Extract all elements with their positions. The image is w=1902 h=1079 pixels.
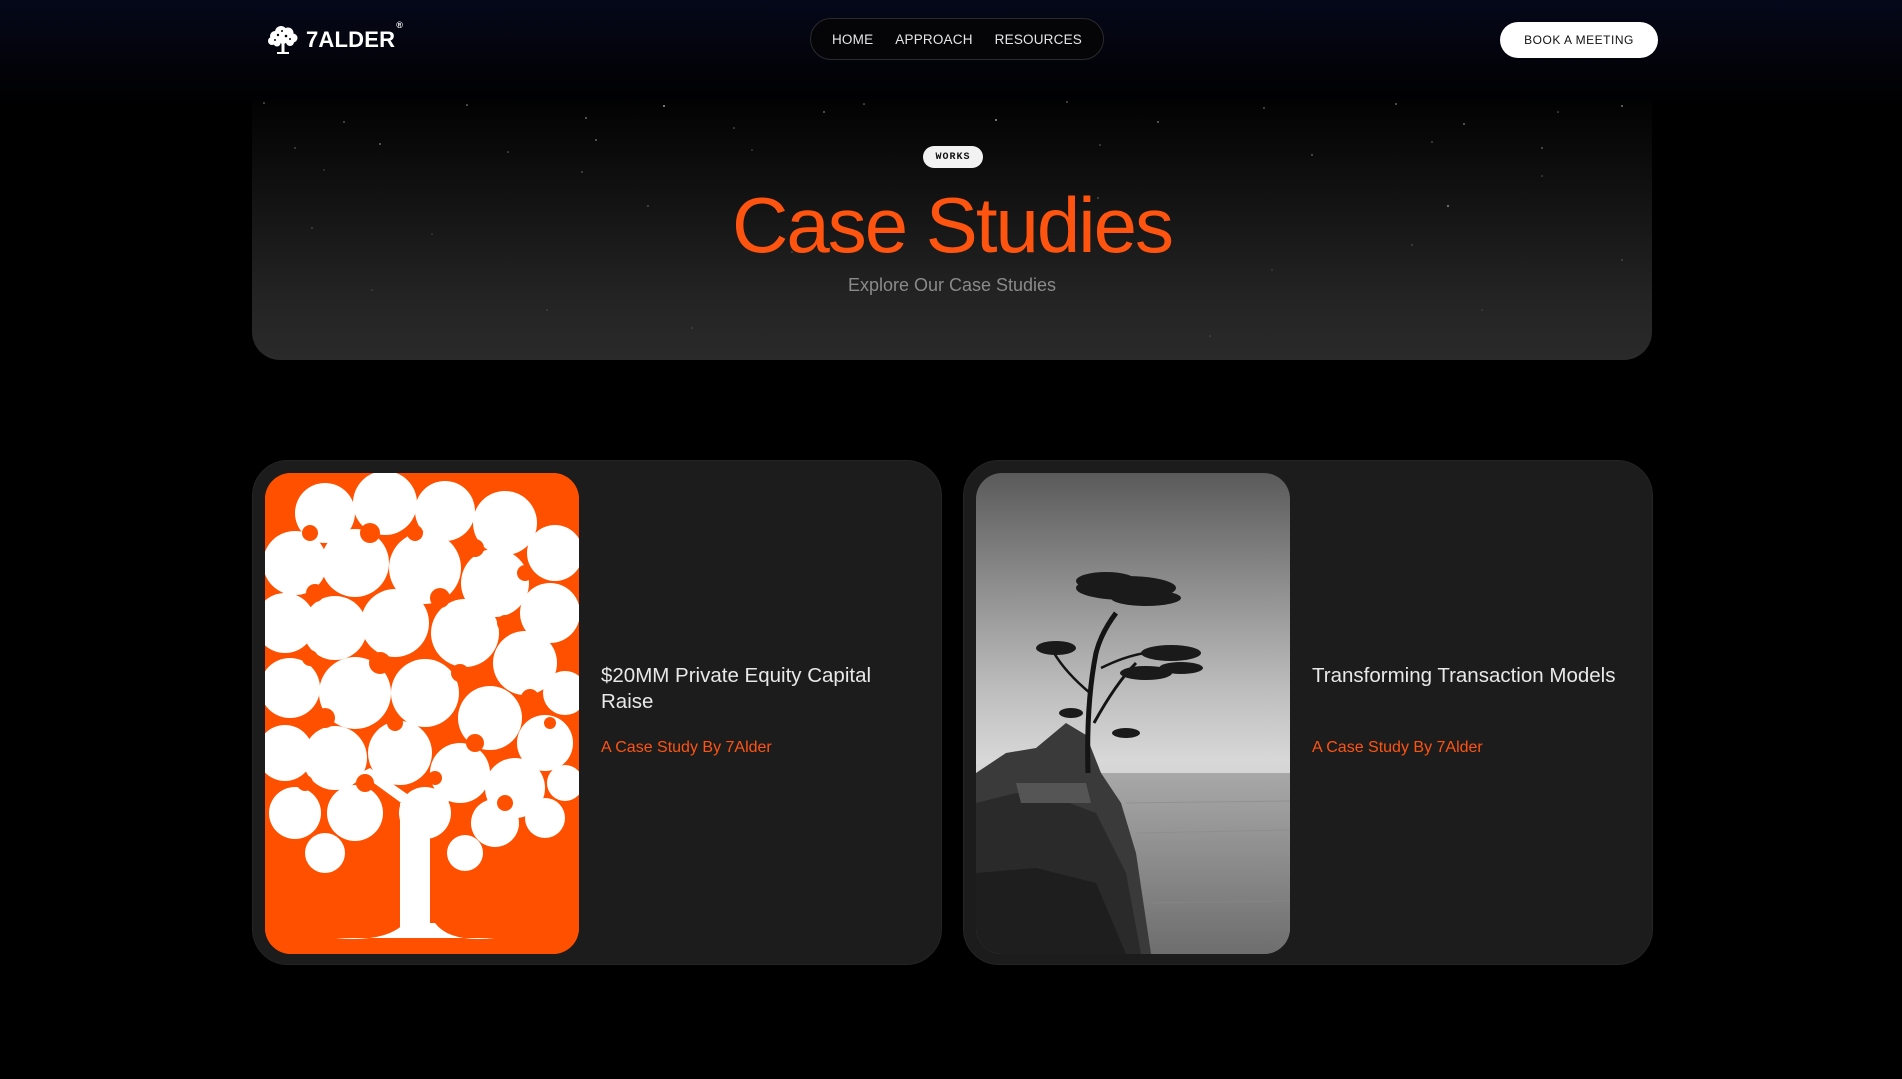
main-nav: HOME APPROACH RESOURCES [810,18,1104,60]
case-study-card[interactable]: $20MM Private Equity Capital Raise A Cas… [252,460,942,965]
case-study-title: $20MM Private Equity Capital Raise [601,664,872,713]
case-study-title: Transforming Transaction Models [1312,664,1616,687]
hero-section: WORKS Case Studies Explore Our Case Stud… [252,100,1652,360]
nav-approach[interactable]: APPROACH [895,32,972,47]
page-title: Case Studies [732,181,1174,269]
book-meeting-button[interactable]: BOOK A MEETING [1500,22,1658,58]
case-study-byline: A Case Study By 7Alder [601,739,772,756]
site-header: 7ALDER® HOME APPROACH RESOURCES BOOK A M… [0,0,1902,80]
case-study-image [976,473,1290,954]
tree-logo-icon [266,25,300,55]
nav-home[interactable]: HOME [832,32,873,47]
case-study-card[interactable]: Transforming Transaction Models A Case S… [963,460,1653,965]
tree-illustration-icon [265,473,579,954]
works-badge: WORKS [923,146,983,168]
nav-resources[interactable]: RESOURCES [995,32,1082,47]
case-study-image [265,473,579,954]
page-subtitle: Explore Our Case Studies [847,275,1057,295]
brand-name: 7ALDER® [306,20,404,52]
cypress-tree-photo-icon [976,473,1290,954]
case-study-byline: A Case Study By 7Alder [1312,739,1483,756]
brand-logo[interactable]: 7ALDER® [266,20,404,56]
